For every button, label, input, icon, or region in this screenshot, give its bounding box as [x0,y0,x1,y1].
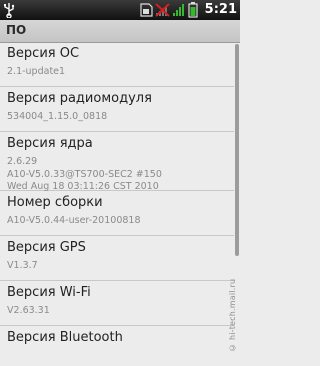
watermark: © hi-tech.mail.ru [228,278,237,352]
item-title: Версия Wi-Fi [7,285,91,300]
battery-icon [188,2,198,18]
item-title: Версия ядра [7,136,93,151]
item-value: 534004_1.15.0_0818 [7,111,108,122]
list-item-baseband-version[interactable]: Версия радиомодуля 534004_1.15.0_0818 [0,87,234,132]
usb-icon [4,3,15,18]
item-value: V2.63.31 [7,305,50,316]
item-value: 2.6.29 A10-V5.0.33@TS700-SEC2 #150 Wed A… [7,156,162,192]
item-title: Номер сборки [7,195,103,210]
clock: 5:21 [204,2,237,17]
list-item-gps-version[interactable]: Версия GPS V1.3.7 [0,236,234,281]
list-item-kernel-version[interactable]: Версия ядра 2.6.29 A10-V5.0.33@TS700-SEC… [0,132,234,192]
scrollbar[interactable] [235,44,239,256]
sim-icon [140,3,153,17]
item-title: Версия GPS [7,240,86,255]
list-item-os-version[interactable]: Версия ОС 2.1-update1 [0,43,234,87]
item-title: Версия радиомодуля [7,91,152,106]
item-title: Версия Bluetooth [7,330,123,345]
signal-icon [173,4,184,16]
no-signal-icon [155,3,170,17]
item-value: V1.3.7 [7,260,38,271]
list-item-bluetooth-version[interactable]: Версия Bluetooth [0,326,234,366]
item-value: 2.1-update1 [7,66,66,77]
list-item-build-number[interactable]: Номер сборки A10-V5.0.44-user-20100818 [0,191,234,236]
item-value: A10-V5.0.44-user-20100818 [7,215,141,226]
info-list[interactable]: Версия ОС 2.1-update1 Версия радиомодуля… [0,43,234,366]
section-title: ПО [6,23,27,37]
status-bar: 5:21 [0,0,240,20]
list-item-wifi-version[interactable]: Версия Wi-Fi V2.63.31 [0,281,234,326]
item-title: Версия ОС [7,46,80,61]
section-header: ПО [0,20,240,43]
